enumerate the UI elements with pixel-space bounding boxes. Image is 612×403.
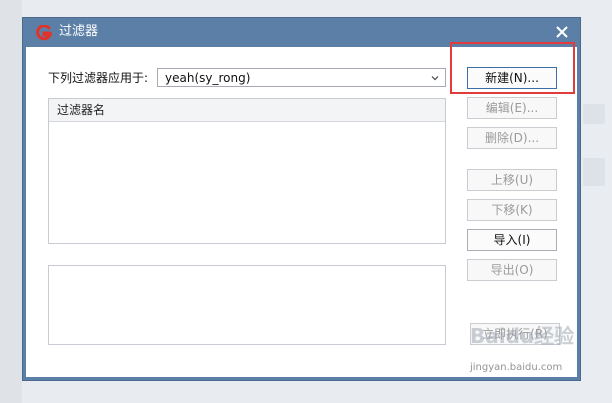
- window-title: 过滤器: [59, 24, 99, 39]
- account-select-value: yeah(sy_rong): [165, 71, 251, 85]
- import-button[interactable]: 导入(I): [467, 229, 557, 251]
- chevron-down-icon: [431, 76, 439, 81]
- export-button[interactable]: 导出(O): [467, 259, 557, 281]
- move-down-button[interactable]: 下移(K): [467, 199, 557, 221]
- edit-button[interactable]: 编辑(E)...: [467, 97, 557, 119]
- background-left: [0, 0, 22, 403]
- new-button[interactable]: 新建(N)...: [467, 67, 557, 89]
- column-header-filter-name: 过滤器名: [57, 103, 106, 117]
- watermark-url: jingyan.baidu.com: [470, 362, 563, 373]
- close-icon[interactable]: [554, 24, 570, 40]
- background-ghost-button: [583, 104, 605, 124]
- watermark: Baidu经验 jingyan.baidu.com: [470, 320, 600, 380]
- filter-list-header: 过滤器名: [49, 99, 445, 122]
- background-ghost-button: [583, 158, 605, 186]
- filter-description-box: [48, 265, 446, 345]
- apply-to-label: 下列过滤器应用于:: [48, 71, 149, 85]
- title-bar: 过滤器: [23, 18, 580, 47]
- watermark-brand: Baidu经验: [470, 324, 575, 348]
- filter-list[interactable]: 过滤器名: [48, 98, 446, 244]
- delete-button[interactable]: 删除(D)...: [467, 127, 557, 149]
- account-select[interactable]: yeah(sy_rong): [157, 68, 446, 87]
- app-logo-icon: [36, 25, 52, 41]
- move-up-button[interactable]: 上移(U): [467, 169, 557, 191]
